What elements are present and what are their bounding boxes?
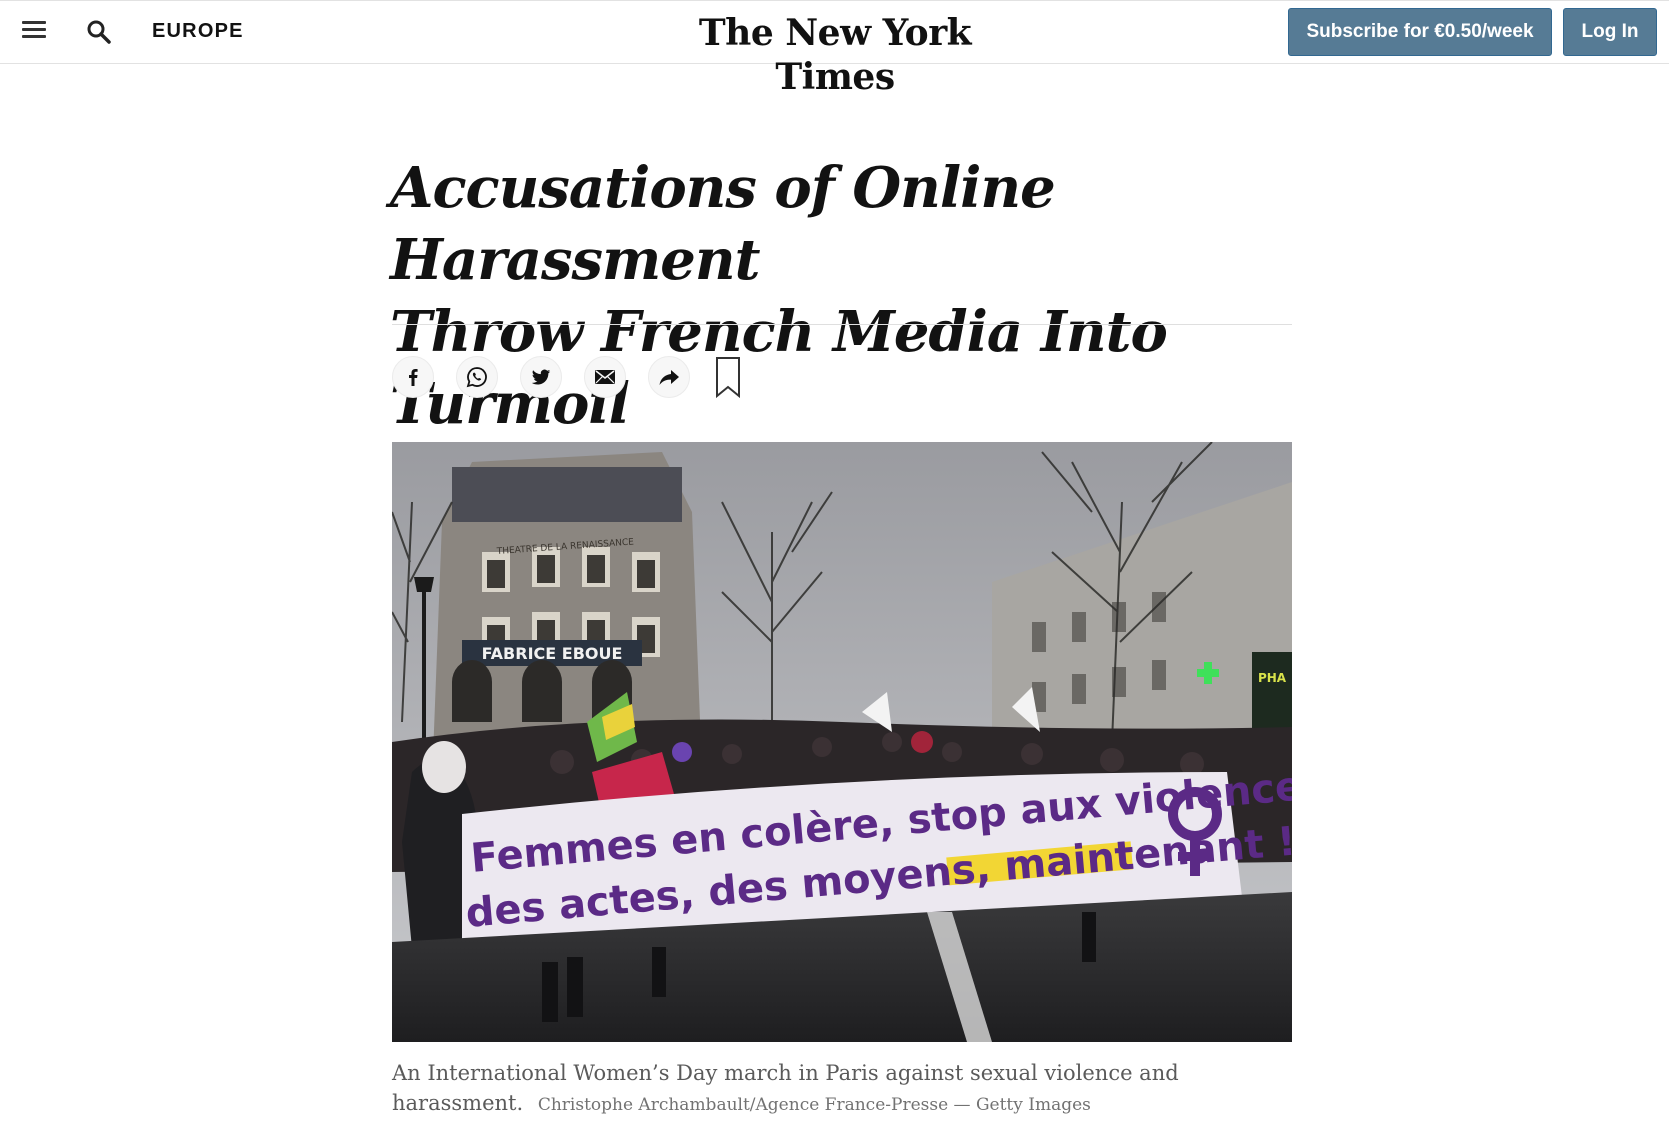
headline-line-1: Accusations of Online Harassment: [390, 155, 1056, 293]
photo-caption: An International Women’s Day march in Pa…: [392, 1058, 1292, 1120]
facebook-icon: [409, 369, 418, 386]
article-headline: Accusations of Online Harassment Throw F…: [390, 152, 1290, 440]
pharmacy-sign: PHA: [1258, 671, 1287, 685]
lead-photo: THEATRE DE LA RENAISSANCE FABRICE EBOUE …: [392, 442, 1292, 1042]
more-share-button[interactable]: [648, 356, 690, 398]
theatre-sign: FABRICE EBOUE: [482, 644, 623, 663]
hamburger-menu-icon[interactable]: [22, 21, 46, 41]
share-icon: [659, 370, 679, 385]
login-button[interactable]: Log In: [1563, 8, 1657, 56]
save-bookmark-button[interactable]: [714, 356, 742, 399]
search-icon[interactable]: [86, 19, 112, 45]
twitter-icon: [531, 369, 551, 385]
whatsapp-icon: [466, 367, 487, 388]
subscribe-button[interactable]: Subscribe for €0.50/week: [1288, 8, 1552, 56]
twitter-share-button[interactable]: [520, 356, 562, 398]
headline-divider: [392, 324, 1292, 325]
nyt-logo[interactable]: The New York Times: [640, 11, 1030, 99]
facebook-share-button[interactable]: [392, 356, 434, 398]
section-link-europe[interactable]: EUROPE: [152, 20, 244, 43]
protest-march-image: THEATRE DE LA RENAISSANCE FABRICE EBOUE …: [392, 442, 1292, 1042]
bookmark-icon: [716, 357, 740, 399]
whatsapp-share-button[interactable]: [456, 356, 498, 398]
headline-line-2: Throw French Media Into Turmoil: [390, 299, 1168, 437]
email-icon: [595, 370, 615, 384]
top-bar: EUROPE The New York Times Subscribe for …: [0, 0, 1669, 98]
photo-credit: Christophe Archambault/Agence France-Pre…: [537, 1095, 1091, 1115]
email-share-button[interactable]: [584, 356, 626, 398]
